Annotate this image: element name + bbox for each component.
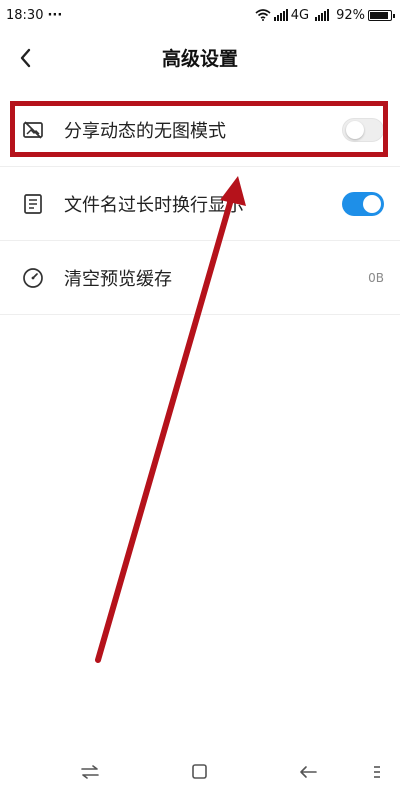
signal-icon-2 <box>315 9 330 21</box>
toggle-knob <box>363 194 381 213</box>
setting-label: 文件名过长时换行显示 <box>64 194 244 216</box>
gauge-icon <box>23 267 43 288</box>
status-time: 18:30 <box>6 7 44 23</box>
setting-row-clear-cache[interactable]: 清空预览缓存 0B <box>0 241 400 315</box>
title-bar: 高级设置 <box>0 30 400 86</box>
cache-size-value: 0B <box>368 270 384 285</box>
home-square-icon[interactable] <box>188 762 212 782</box>
battery-percent: 92% <box>336 7 365 23</box>
status-bar: 18:30 ··· 4G 92% <box>0 0 400 30</box>
wifi-icon <box>255 9 271 21</box>
menu-icon[interactable] <box>366 762 390 782</box>
setting-label: 清空预览缓存 <box>64 268 172 290</box>
page-title: 高级设置 <box>161 48 238 70</box>
battery-fill <box>370 11 389 19</box>
switch-icon[interactable] <box>78 762 102 782</box>
settings-list: 分享动态的无图模式 文件名过长时换行显示 清空预览缓存 0B <box>0 93 400 315</box>
status-right: 4G 92% <box>255 7 395 23</box>
toggle-knob <box>346 120 364 139</box>
system-nav-bar <box>0 744 400 800</box>
status-left: 18:30 ··· <box>6 8 62 23</box>
setting-label: 分享动态的无图模式 <box>64 120 226 142</box>
image-off-icon <box>23 120 43 139</box>
document-icon <box>24 193 42 214</box>
setting-row-no-image-mode[interactable]: 分享动态的无图模式 <box>0 93 400 167</box>
battery-icon <box>368 9 395 21</box>
signal-icon <box>273 9 288 21</box>
no-image-mode-toggle[interactable] <box>342 117 384 142</box>
network-type: 4G <box>290 7 310 23</box>
back-nav-icon[interactable] <box>296 762 320 782</box>
status-more-dots: ··· <box>47 7 63 23</box>
setting-row-wrap-filename[interactable]: 文件名过长时换行显示 <box>0 167 400 241</box>
wrap-filename-toggle[interactable] <box>342 191 384 216</box>
